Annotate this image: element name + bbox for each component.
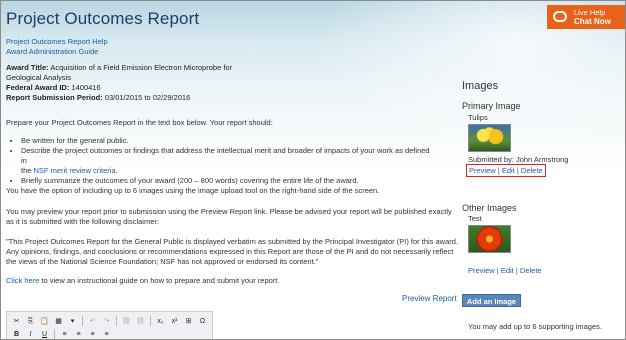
period-value: 03/01/2015 to 02/29/2016 (104, 93, 191, 102)
align-right-icon[interactable]: ≡ (87, 329, 98, 340)
tulips-thumbnail[interactable] (468, 124, 511, 152)
special-char-icon[interactable]: Ω (197, 316, 208, 327)
award-id: Federal Award ID: 1400416 (6, 83, 101, 93)
award-id-label: Federal Award ID: (6, 83, 70, 92)
guide-line: Click here to view an instructional guid… (6, 276, 279, 286)
unlink-icon[interactable]: ⛓ (135, 316, 146, 327)
separator: | (497, 166, 500, 175)
link-icon[interactable]: ⛓ (121, 316, 132, 327)
report-period: Report Submission Period: 03/01/2015 to … (6, 93, 190, 103)
delete-image-link[interactable]: Delete (521, 166, 543, 175)
bold-button[interactable]: B (11, 329, 22, 340)
delete-image-link[interactable]: Delete (520, 266, 542, 275)
editor-toolbar: ✂ ⎘ 📋 ▦ ▾ ↶ ↷ ⛓ ⛓ x₂ x² ⊞ Ω B I U ≡ ≡ ≡ … (6, 311, 213, 340)
preview-report-link[interactable]: Preview Report (402, 294, 457, 303)
dropdown-arrow-icon[interactable]: ▾ (67, 316, 78, 327)
preview-text-1: You may preview your report prior to sub… (6, 207, 452, 216)
table-icon[interactable]: ⊞ (183, 316, 194, 327)
period-label: Report Submission Period: (6, 93, 103, 102)
submitted-by: Submitted by: John Armstrong (468, 155, 569, 164)
preview-image-link[interactable]: Preview (468, 266, 495, 275)
undo-icon[interactable]: ↶ (87, 316, 98, 327)
live-help-button[interactable]: Live Help Chat Now (547, 5, 625, 29)
superscript-icon[interactable]: x² (169, 316, 180, 327)
subscript-icon[interactable]: x₂ (155, 316, 166, 327)
award-admin-guide-link[interactable]: Award Administration Guide (6, 47, 98, 56)
other-image-caption: Test (468, 214, 482, 223)
separator: | (516, 166, 519, 175)
align-left-icon[interactable]: ≡ (59, 329, 70, 340)
primary-image-actions: Preview | Edit | Delete (466, 164, 546, 177)
toolbar-divider (82, 316, 83, 326)
list-item: Briefly summarize the outcomes of your a… (21, 176, 431, 186)
bullet2-text: Describe the project outcomes or finding… (21, 146, 430, 165)
list-item: Be written for the general public. (21, 136, 431, 146)
edit-image-link[interactable]: Edit (502, 166, 515, 175)
award-title-line2: Geological Analysis (6, 73, 72, 82)
toolbar-divider (116, 316, 117, 326)
requirements-list: Be written for the general public. Descr… (21, 136, 431, 186)
separator: | (496, 266, 499, 275)
toolbar-divider (150, 316, 151, 326)
align-center-icon[interactable]: ≡ (73, 329, 84, 340)
primary-image-caption: Tulips (468, 113, 488, 122)
disclaimer-3: the views of the National Science Founda… (6, 257, 319, 266)
award-title: Award Title: Acquisition of a Field Emis… (6, 63, 232, 73)
cut-icon[interactable]: ✂ (11, 316, 22, 327)
other-images-heading: Other Images (462, 203, 517, 213)
flower-thumbnail[interactable] (468, 225, 511, 253)
award-title-value: Acquisition of a Field Emission Electron… (50, 63, 233, 72)
click-here-link[interactable]: Click here (6, 276, 39, 285)
bullet2-prefix: the (21, 166, 34, 175)
primary-image-heading: Primary Image (462, 101, 521, 111)
chat-now-label: Chat Now (574, 17, 611, 26)
add-image-button[interactable]: Add an Image (462, 294, 521, 307)
preview-text-2: as it is submitted with the following di… (6, 217, 159, 226)
intro-text: Prepare your Project Outcomes Report in … (6, 118, 273, 127)
redo-icon[interactable]: ↷ (101, 316, 112, 327)
report-help-link[interactable]: Project Outcomes Report Help (6, 37, 108, 46)
disclaimer-1: "This Project Outcomes Report for the Ge… (6, 237, 459, 246)
page-frame: Project Outcomes Report Project Outcomes… (0, 0, 626, 340)
toolbar-row-2: B I U ≡ ≡ ≡ ≡ (11, 328, 112, 340)
paste-special-icon[interactable]: ▦ (53, 316, 64, 327)
copy-icon[interactable]: ⎘ (25, 316, 36, 327)
other-image-actions: Preview | Edit | Delete (468, 266, 542, 275)
paste-icon[interactable]: 📋 (39, 316, 50, 327)
guide-text: to view an instructional guide on how to… (39, 276, 280, 285)
merit-criteria-link[interactable]: NSF merit review criteria (34, 166, 116, 175)
list-item: Describe the project outcomes or finding… (21, 146, 431, 176)
preview-image-link[interactable]: Preview (469, 166, 496, 175)
italic-button[interactable]: I (25, 329, 36, 340)
underline-button[interactable]: U (39, 329, 50, 340)
edit-image-link[interactable]: Edit (501, 266, 514, 275)
toolbar-row-1: ✂ ⎘ 📋 ▦ ▾ ↶ ↷ ⛓ ⛓ x₂ x² ⊞ Ω (11, 315, 208, 327)
chat-bubble-icon (553, 11, 567, 22)
images-option-text: You have the option of including up to 6… (6, 186, 380, 195)
toolbar-divider (54, 329, 55, 339)
live-help-label: Live Help (574, 8, 606, 17)
page-title: Project Outcomes Report (6, 9, 200, 28)
award-title-label: Award Title: (6, 63, 49, 72)
award-id-value: 1400416 (71, 83, 101, 92)
images-heading: Images (462, 80, 499, 92)
image-limit-note: You may add up to 6 supporting images. (468, 322, 602, 331)
separator: | (515, 266, 518, 275)
justify-icon[interactable]: ≡ (101, 329, 112, 340)
disclaimer-2: Any opinions, findings, and conclusions … (6, 247, 454, 256)
bullet2-suffix: . (115, 166, 118, 175)
